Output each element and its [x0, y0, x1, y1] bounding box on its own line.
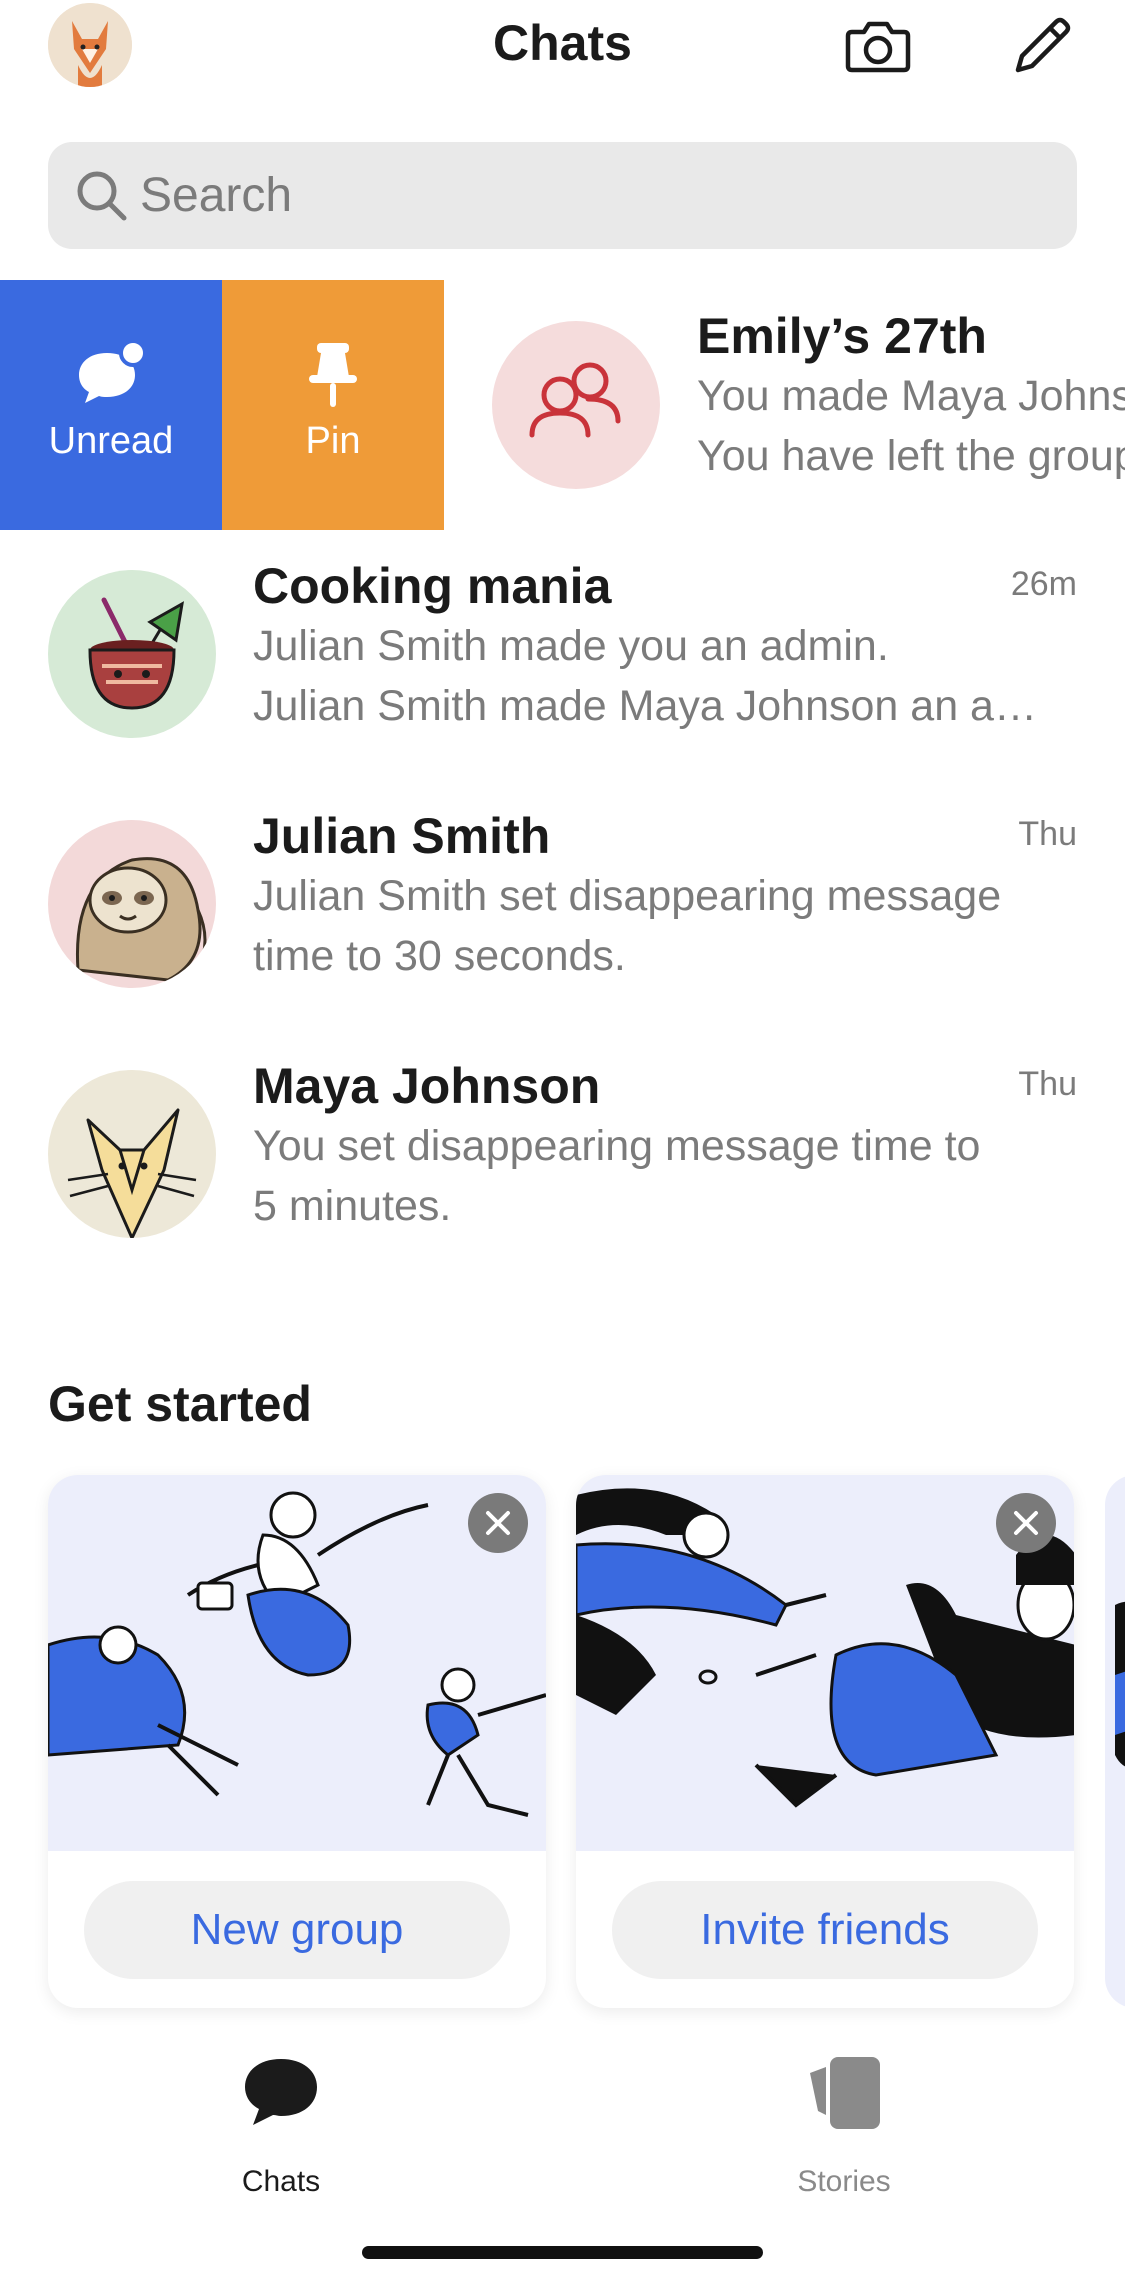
chat-preview-line1: You made Maya Johnson an admin. — [697, 372, 1125, 420]
chat-time: Thu — [1018, 1065, 1077, 1103]
chat-name: Julian Smith — [253, 808, 551, 864]
stories-icon — [810, 2057, 880, 2129]
chat-row-julian-smith[interactable]: Julian Smith Thu Julian Smith set disapp… — [0, 780, 1125, 1030]
next-card-peek[interactable] — [1105, 1475, 1125, 2008]
chat-preview-line1: Julian Smith set disappearing message — [253, 872, 1002, 920]
search-bar[interactable] — [48, 142, 1077, 249]
page-title: Chats — [493, 15, 632, 71]
tab-stories[interactable]: Stories — [694, 2053, 994, 2203]
chat-preview-line2: time to 30 seconds. — [253, 932, 626, 980]
top-bar: Chats — [0, 0, 1125, 100]
mark-unread-button[interactable]: Unread — [0, 280, 222, 530]
section-title: Get started — [48, 1376, 312, 1432]
compose-button[interactable] — [1002, 6, 1082, 86]
chat-avatar — [48, 1070, 216, 1238]
chat-row-cooking-mania[interactable]: Cooking mania 26m Julian Smith made you … — [0, 530, 1125, 780]
chat-name: Cooking mania — [253, 558, 612, 614]
pin-icon — [309, 343, 357, 407]
chat-preview-line2: 5 minutes. — [253, 1182, 452, 1230]
chat-preview-line2: You have left the group. — [697, 432, 1125, 480]
tab-chats-label: Chats — [241, 2165, 321, 2198]
close-icon — [486, 1511, 510, 1535]
chat-name: Emily’s 27th — [697, 308, 987, 364]
tab-stories-label: Stories — [797, 2165, 891, 2198]
chat-time: Thu — [1018, 815, 1077, 853]
group-avatar — [492, 321, 660, 489]
chat-name: Maya Johnson — [253, 1058, 601, 1114]
invite-friends-button[interactable]: Invite friends — [612, 1881, 1038, 1979]
swiped-chat-row[interactable]: Unread Pin Emily’s 27th You made Maya Jo… — [0, 280, 1125, 530]
chat-time: 26m — [1010, 565, 1077, 603]
chat-bubble-icon — [245, 2059, 317, 2125]
dismiss-card-button[interactable] — [468, 1493, 528, 1553]
new-group-button[interactable]: New group — [84, 1881, 510, 1979]
pencil-icon — [1015, 17, 1071, 73]
unread-bubble-icon — [79, 339, 147, 403]
invite-friends-card[interactable]: Invite friends — [576, 1475, 1074, 2008]
chat-avatar — [48, 820, 216, 988]
group-icon — [529, 362, 621, 438]
chat-avatar — [48, 570, 216, 738]
pin-button[interactable]: Pin — [222, 280, 444, 530]
fox-icon — [67, 1108, 197, 1238]
unread-label: Unread — [48, 420, 174, 462]
search-icon — [77, 171, 127, 221]
pin-label: Pin — [305, 420, 361, 462]
dismiss-card-button[interactable] — [996, 1493, 1056, 1553]
coconut-drink-icon — [88, 597, 184, 710]
home-indicator — [362, 2246, 763, 2259]
chat-row-maya-johnson[interactable]: Maya Johnson Thu You set disappearing me… — [0, 1030, 1125, 1280]
camera-icon — [845, 21, 911, 73]
chat-preview-line1: Julian Smith made you an admin. — [253, 622, 889, 670]
tab-chats[interactable]: Chats — [131, 2053, 431, 2203]
chat-preview-line2: Julian Smith made Maya Johnson an a… — [253, 682, 1037, 730]
camera-button[interactable] — [838, 6, 918, 86]
sloth-icon — [75, 857, 207, 982]
card-illustration-fragment — [1115, 1601, 1125, 1767]
chat-preview-line1: You set disappearing message time to — [253, 1122, 981, 1170]
new-group-card[interactable]: New group — [48, 1475, 546, 2008]
search-input[interactable] — [140, 142, 1040, 249]
close-icon — [1014, 1511, 1038, 1535]
